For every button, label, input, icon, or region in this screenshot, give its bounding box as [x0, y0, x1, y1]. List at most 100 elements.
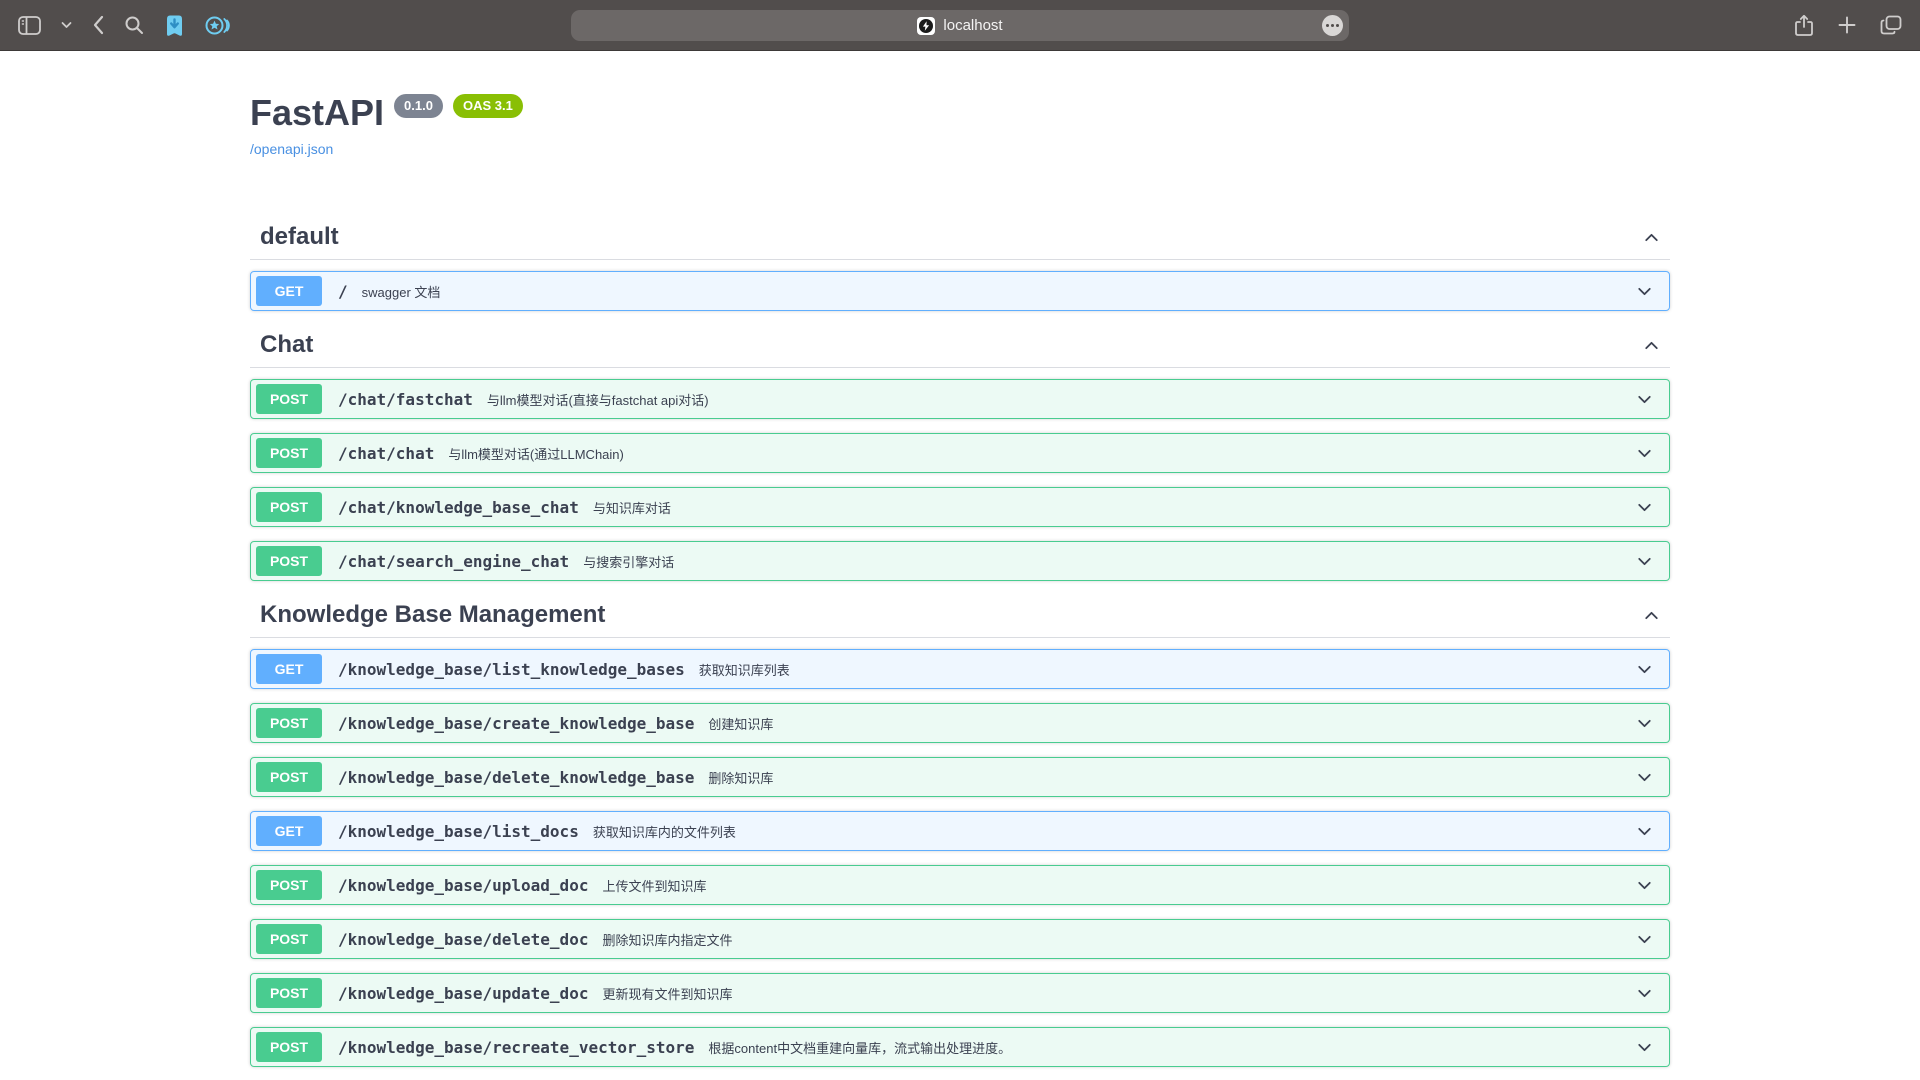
endpoint-row[interactable]: POST/knowledge_base/recreate_vector_stor…	[250, 1027, 1670, 1067]
toolbar-left-group	[16, 12, 232, 39]
method-badge: GET	[256, 654, 322, 684]
endpoint-path: /knowledge_base/delete_doc	[338, 930, 588, 949]
openapi-spec-link[interactable]: /openapi.json	[250, 141, 333, 157]
endpoint-description: 更新现有文件到知识库	[602, 984, 732, 1003]
expand-endpoint-button[interactable]	[1634, 1037, 1655, 1058]
sidebar-icon	[18, 16, 41, 35]
endpoint-description: 根据content中文档重建向量库，流式输出处理进度。	[708, 1038, 1011, 1057]
extension-button-1[interactable]	[162, 12, 187, 39]
endpoint-row[interactable]: POST/knowledge_base/delete_doc 删除知识库内指定文件	[250, 919, 1670, 959]
endpoint-row[interactable]: POST/chat/knowledge_base_chat与知识库对话	[250, 487, 1670, 527]
endpoint-row[interactable]: POST/chat/fastchat与llm模型对话(直接与fastchat a…	[250, 379, 1670, 419]
expand-endpoint-button[interactable]	[1634, 983, 1655, 1004]
chevron-down-icon	[1634, 1037, 1655, 1058]
endpoint-path: /knowledge_base/list_docs	[338, 822, 579, 841]
url-bar[interactable]: localhost	[571, 10, 1349, 41]
chevron-down-icon	[1634, 767, 1655, 788]
endpoint-row[interactable]: GET/swagger 文档	[250, 271, 1670, 311]
expand-endpoint-button[interactable]	[1634, 551, 1655, 572]
back-chevron-icon	[92, 15, 104, 35]
endpoint-row[interactable]: POST/chat/search_engine_chat与搜索引擎对话	[250, 541, 1670, 581]
extension-bookmark-icon	[164, 14, 185, 37]
collapse-section-button[interactable]	[1641, 335, 1662, 356]
chevron-down-icon	[1634, 443, 1655, 464]
expand-endpoint-button[interactable]	[1634, 821, 1655, 842]
chevron-down-icon	[1634, 713, 1655, 734]
expand-endpoint-button[interactable]	[1634, 875, 1655, 896]
page-title: FastAPI	[250, 91, 384, 134]
toolbar-right-group	[1792, 12, 1904, 39]
collapse-section-button[interactable]	[1641, 605, 1662, 626]
tab-overview-button[interactable]	[1878, 13, 1904, 37]
endpoint-path: /knowledge_base/upload_doc	[338, 876, 588, 895]
section-header[interactable]: default	[250, 217, 1670, 260]
search-icon	[124, 15, 144, 35]
new-tab-button[interactable]	[1836, 14, 1858, 36]
expand-endpoint-button[interactable]	[1634, 659, 1655, 680]
endpoint-row[interactable]: POST/knowledge_base/upload_doc上传文件到知识库	[250, 865, 1670, 905]
section-title: Chat	[260, 331, 313, 359]
chevron-up-icon	[1641, 227, 1662, 248]
endpoint-row[interactable]: GET/knowledge_base/list_knowledge_bases获…	[250, 649, 1670, 689]
chevron-down-icon	[1634, 821, 1655, 842]
endpoint-row[interactable]: POST/knowledge_base/update_doc更新现有文件到知识库	[250, 973, 1670, 1013]
expand-endpoint-button[interactable]	[1634, 929, 1655, 950]
extension-button-2[interactable]	[203, 13, 232, 38]
fastapi-favicon-icon	[919, 19, 933, 33]
endpoint-description: 删除知识库内指定文件	[602, 930, 732, 949]
method-badge: POST	[256, 978, 322, 1008]
chevron-up-icon	[1641, 605, 1662, 626]
endpoint-path: /chat/knowledge_base_chat	[338, 498, 579, 517]
chevron-down-icon	[1634, 875, 1655, 896]
endpoint-path: /	[338, 282, 348, 301]
section-header[interactable]: Chat	[250, 325, 1670, 368]
endpoint-path: /knowledge_base/recreate_vector_store	[338, 1038, 694, 1057]
sidebar-menu-button[interactable]	[59, 19, 74, 31]
endpoint-row[interactable]: POST/chat/chat与llm模型对话(通过LLMChain)	[250, 433, 1670, 473]
chevron-down-icon	[1634, 389, 1655, 410]
expand-endpoint-button[interactable]	[1634, 443, 1655, 464]
collapse-section-button[interactable]	[1641, 227, 1662, 248]
browser-toolbar: localhost	[0, 0, 1920, 51]
section-title: Knowledge Base Management	[260, 601, 605, 629]
version-badge: 0.1.0	[394, 94, 443, 118]
oas-badge: OAS 3.1	[453, 94, 523, 118]
method-badge: POST	[256, 924, 322, 954]
expand-endpoint-button[interactable]	[1634, 767, 1655, 788]
endpoint-description: 获取知识库内的文件列表	[593, 822, 736, 841]
chevron-down-icon	[1634, 497, 1655, 518]
endpoint-row[interactable]: POST/knowledge_base/create_knowledge_bas…	[250, 703, 1670, 743]
api-section: defaultGET/swagger 文档	[250, 217, 1670, 311]
site-favicon	[917, 17, 935, 35]
expand-endpoint-button[interactable]	[1634, 389, 1655, 410]
endpoint-description: 与搜索引擎对话	[583, 552, 674, 571]
search-button[interactable]	[122, 13, 146, 37]
chevron-down-icon	[61, 21, 72, 29]
endpoint-row[interactable]: GET/knowledge_base/list_docs获取知识库内的文件列表	[250, 811, 1670, 851]
page-options-button[interactable]	[1322, 15, 1343, 36]
url-text: localhost	[943, 17, 1002, 34]
chevron-up-icon	[1641, 335, 1662, 356]
chevron-down-icon	[1634, 659, 1655, 680]
expand-endpoint-button[interactable]	[1634, 281, 1655, 302]
expand-endpoint-button[interactable]	[1634, 497, 1655, 518]
chevron-down-icon	[1634, 929, 1655, 950]
sections: default GET / swagger 文档 Chat POST/chat/fastc…	[250, 217, 1670, 1067]
endpoint-description: swagger 文档	[362, 282, 441, 301]
share-button[interactable]	[1792, 12, 1816, 39]
endpoint-path: /knowledge_base/delete_knowledge_base	[338, 768, 694, 787]
endpoint-description: 上传文件到知识库	[602, 876, 706, 895]
endpoint-path: /knowledge_base/create_knowledge_base	[338, 714, 694, 733]
section-header[interactable]: Knowledge Base Management	[250, 595, 1670, 638]
tab-overview-icon	[1880, 15, 1902, 35]
extension-radar-icon	[205, 15, 230, 36]
expand-endpoint-button[interactable]	[1634, 713, 1655, 734]
sidebar-toggle-button[interactable]	[16, 14, 43, 37]
endpoint-row[interactable]: POST/knowledge_base/delete_knowledge_bas…	[250, 757, 1670, 797]
endpoint-description: 删除知识库	[708, 768, 773, 787]
method-badge: POST	[256, 708, 322, 738]
api-title-row: FastAPI 0.1.0 OAS 3.1	[250, 91, 1670, 134]
chevron-down-icon	[1634, 983, 1655, 1004]
back-button[interactable]	[90, 13, 106, 37]
content-wrapper: FastAPI 0.1.0 OAS 3.1 /openapi.json defa…	[250, 51, 1670, 1067]
